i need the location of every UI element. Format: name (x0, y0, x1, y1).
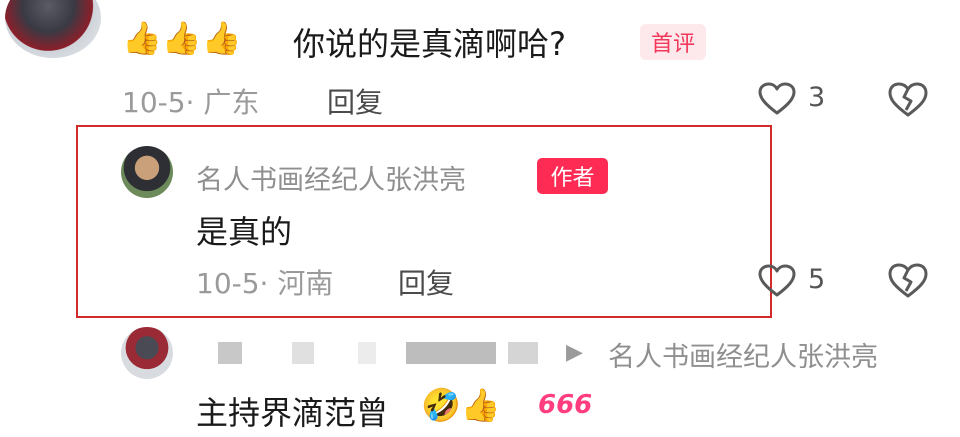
heart-outline-icon (758, 264, 796, 297)
broken-heart-icon[interactable] (888, 82, 928, 118)
broken-heart-icon[interactable] (888, 263, 928, 299)
like-button[interactable]: 3 (758, 80, 838, 118)
like-count: 5 (808, 264, 826, 295)
author-badge: 作者 (537, 158, 608, 194)
reply-to-name[interactable]: 名人书画经纪人张洪亮 (608, 335, 878, 374)
comment-text: 主持界滴范曾 (196, 394, 389, 432)
comment-text: 你说的是真滴啊哈? (293, 25, 566, 63)
like-button[interactable]: 5 (758, 262, 838, 300)
author-avatar[interactable] (121, 146, 173, 198)
laugh-thumb-emoji: 🤣👍 (421, 386, 501, 424)
666-tag: 666 (538, 390, 593, 420)
blurred-username[interactable] (218, 342, 558, 364)
avatar[interactable] (5, 0, 101, 58)
reply-button[interactable]: 回复 (398, 262, 454, 302)
reply-date-location: 10-5· 河南 (196, 267, 334, 300)
like-count: 3 (808, 82, 826, 113)
avatar[interactable] (121, 327, 173, 379)
comment-date-location: 10-5· 广东 (122, 86, 260, 119)
first-comment-badge: 首评 (640, 24, 706, 60)
play-arrow-icon: ▶ (566, 340, 583, 365)
heart-outline-icon (758, 82, 796, 115)
thumbs-up-emoji: 👍👍👍 (122, 19, 242, 57)
reply-text: 是真的 (196, 213, 293, 251)
reply-button[interactable]: 回复 (327, 81, 383, 121)
author-name[interactable]: 名人书画经纪人张洪亮 (196, 158, 466, 197)
